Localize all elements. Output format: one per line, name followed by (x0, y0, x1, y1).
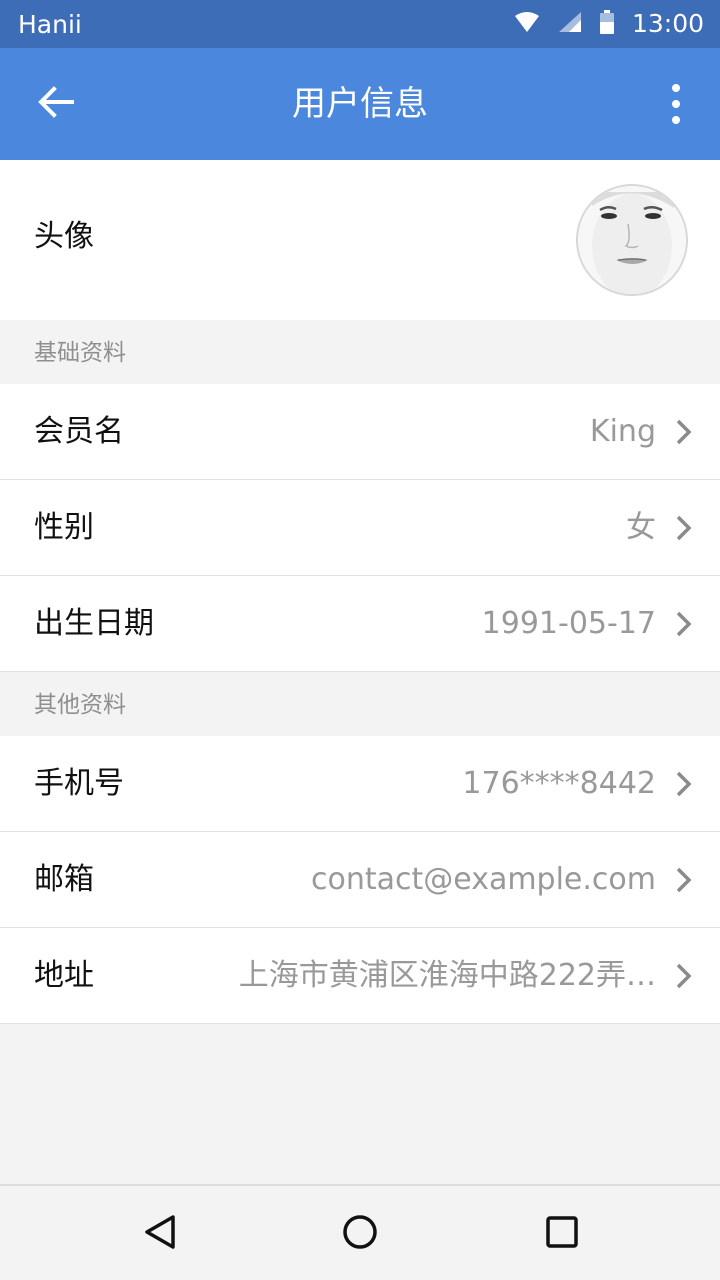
recents-square-icon (545, 1215, 579, 1253)
row-value: 1991-05-17 (481, 606, 656, 641)
chevron-right-icon (674, 866, 694, 894)
row-gender[interactable]: 性别 女 (0, 480, 720, 576)
signal-icon (558, 11, 582, 37)
row-birthday[interactable]: 出生日期 1991-05-17 (0, 576, 720, 672)
avatar-row[interactable]: 头像 (0, 160, 720, 320)
home-circle-icon (342, 1214, 378, 1254)
nav-home-button[interactable] (338, 1212, 382, 1256)
row-label: 会员名 (34, 414, 124, 449)
app-bar: 用户信息 (0, 48, 720, 160)
status-bar: Hanii 13:00 (0, 0, 720, 48)
section-title: 其他资料 (34, 692, 126, 718)
row-value: 176****8442 (462, 766, 656, 801)
row-value: contact@example.com (311, 862, 656, 897)
avatar-label: 头像 (34, 219, 94, 254)
status-icons: 13:00 (514, 9, 704, 39)
avatar-portrait (578, 186, 686, 294)
battery-icon (599, 10, 614, 38)
row-member-name[interactable]: 会员名 King (0, 384, 720, 480)
carrier-name: Hanii (18, 10, 82, 39)
chevron-right-icon (674, 610, 694, 638)
section-title: 基础资料 (34, 340, 126, 366)
row-value: King (589, 414, 656, 449)
chevron-right-icon (674, 962, 694, 990)
row-label: 性别 (34, 510, 94, 545)
row-label: 地址 (34, 958, 94, 993)
back-triangle-icon (143, 1214, 177, 1254)
row-value: 上海市黄浦区淮海中路222弄… (238, 958, 656, 993)
more-vertical-icon[interactable] (668, 84, 684, 124)
avatar[interactable] (576, 184, 688, 296)
chevron-right-icon (674, 514, 694, 542)
clock: 13:00 (631, 9, 704, 38)
row-phone[interactable]: 手机号 176****8442 (0, 736, 720, 832)
nav-recents-button[interactable] (540, 1212, 584, 1256)
chevron-right-icon (674, 418, 694, 446)
wifi-icon (514, 11, 540, 37)
row-label: 出生日期 (34, 606, 154, 641)
row-email[interactable]: 邮箱 contact@example.com (0, 832, 720, 928)
chevron-right-icon (674, 770, 694, 798)
section-header-basic: 基础资料 (0, 320, 720, 384)
row-label: 手机号 (34, 766, 124, 801)
row-label: 邮箱 (34, 862, 94, 897)
system-nav-bar (0, 1184, 720, 1280)
row-value: 女 (626, 510, 656, 545)
section-header-other: 其他资料 (0, 672, 720, 736)
nav-back-button[interactable] (138, 1212, 182, 1256)
page-title: 用户信息 (292, 84, 428, 124)
row-address[interactable]: 地址 上海市黄浦区淮海中路222弄… (0, 928, 720, 1024)
